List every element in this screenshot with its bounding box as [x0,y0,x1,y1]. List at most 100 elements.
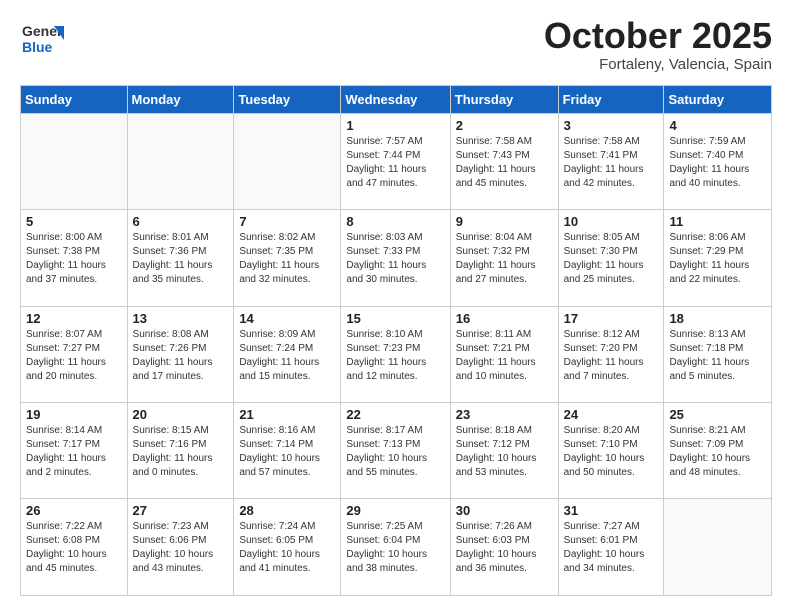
day-number: 11 [669,214,766,229]
day-info: Sunrise: 8:16 AM Sunset: 7:14 PM Dayligh… [239,424,335,480]
day-info: Sunrise: 8:21 AM Sunset: 7:09 PM Dayligh… [669,424,766,480]
day-info: Sunrise: 8:04 AM Sunset: 7:32 PM Dayligh… [456,231,553,287]
calendar-cell: 27Sunrise: 7:23 AM Sunset: 6:06 PM Dayli… [127,499,234,596]
calendar-cell: 31 Sunrise: 7:27 AM Sunset: 6:01 PM Dayli… [558,499,664,596]
day-number: 4 [669,118,766,133]
day-number: 26 [26,503,122,518]
day-info: Sunrise: 8:02 AM Sunset: 7:35 PM Dayligh… [239,231,335,287]
title-block: October 2025 Fortaleny, Valencia, Spain [544,16,772,73]
calendar-cell: 16 Sunrise: 8:11 AM Sunset: 7:21 PM Dayli… [450,306,558,402]
day-info: Sunrise: 8:07 AM Sunset: 7:27 PM Dayligh… [26,328,122,384]
day-info: Sunrise: 7:25 AM Sunset: 6:04 PM Dayligh… [346,520,444,576]
day-number: 2 [456,118,553,133]
day-info: Sunrise: 7:22 AM Sunset: 6:08 PM Dayligh… [26,520,122,576]
day-number: 15 [346,311,444,326]
calendar-cell: 7 Sunrise: 8:02 AM Sunset: 7:35 PM Daylig… [234,210,341,306]
location: Fortaleny, Valencia, Spain [544,56,772,73]
day-number: 3 [564,118,659,133]
day-info: Sunrise: 8:13 AM Sunset: 7:18 PM Dayligh… [669,328,766,384]
day-number: 9 [456,214,553,229]
day-info: Sunrise: 7:58 AM Sunset: 7:41 PM Dayligh… [564,135,659,191]
day-number: 16 [456,311,553,326]
day-number: 21 [239,407,335,422]
day-info: Sunrise: 8:17 AM Sunset: 7:13 PM Dayligh… [346,424,444,480]
calendar-cell: 8 Sunrise: 8:03 AM Sunset: 7:33 PM Daylig… [341,210,450,306]
day-info: Sunrise: 7:24 AM Sunset: 6:05 PM Dayligh… [239,520,335,576]
calendar-cell: 2 Sunrise: 7:58 AM Sunset: 7:43 PM Daylig… [450,113,558,209]
calendar-cell: 3 Sunrise: 7:58 AM Sunset: 7:41 PM Daylig… [558,113,664,209]
day-info: Sunrise: 8:14 AM Sunset: 7:17 PM Dayligh… [26,424,122,480]
day-number: 30 [456,503,553,518]
day-info: Sunrise: 8:12 AM Sunset: 7:20 PM Dayligh… [564,328,659,384]
day-info: Sunrise: 8:10 AM Sunset: 7:23 PM Dayligh… [346,328,444,384]
calendar-cell: 17 Sunrise: 8:12 AM Sunset: 7:20 PM Dayli… [558,306,664,402]
day-number: 31 [564,503,659,518]
day-info: Sunrise: 8:06 AM Sunset: 7:29 PM Dayligh… [669,231,766,287]
calendar-cell: 4Sunrise: 7:59 AM Sunset: 7:40 PM Daylig… [664,113,772,209]
weekday-header-sunday: Sunday [21,85,128,113]
calendar-cell: 6 Sunrise: 8:01 AM Sunset: 7:36 PM Daylig… [127,210,234,306]
weekday-header-wednesday: Wednesday [341,85,450,113]
calendar-week-2: 5 Sunrise: 8:00 AM Sunset: 7:38 PM Daylig… [21,210,772,306]
day-number: 13 [133,311,229,326]
calendar-cell: 22 Sunrise: 8:17 AM Sunset: 7:13 PM Dayli… [341,403,450,499]
day-info: Sunrise: 7:23 AM Sunset: 6:06 PM Dayligh… [133,520,229,576]
day-number: 8 [346,214,444,229]
calendar-cell: 15 Sunrise: 8:10 AM Sunset: 7:23 PM Dayli… [341,306,450,402]
calendar-cell: 14Sunrise: 8:09 AM Sunset: 7:24 PM Dayli… [234,306,341,402]
day-info: Sunrise: 7:27 AM Sunset: 6:01 PM Dayligh… [564,520,659,576]
day-number: 19 [26,407,122,422]
calendar-cell: 19 Sunrise: 8:14 AM Sunset: 7:17 PM Dayli… [21,403,128,499]
weekday-header-thursday: Thursday [450,85,558,113]
day-number: 5 [26,214,122,229]
day-number: 24 [564,407,659,422]
day-number: 7 [239,214,335,229]
day-number: 23 [456,407,553,422]
month-title: October 2025 [544,16,772,56]
calendar-cell: 10Sunrise: 8:05 AM Sunset: 7:30 PM Dayli… [558,210,664,306]
svg-text:Blue: Blue [22,39,53,55]
logo: General Blue [20,16,64,60]
calendar-cell: 29Sunrise: 7:25 AM Sunset: 6:04 PM Dayli… [341,499,450,596]
calendar-week-1: 1Sunrise: 7:57 AM Sunset: 7:44 PM Daylig… [21,113,772,209]
calendar-cell: 26 Sunrise: 7:22 AM Sunset: 6:08 PM Dayli… [21,499,128,596]
calendar-cell: 18 Sunrise: 8:13 AM Sunset: 7:18 PM Dayli… [664,306,772,402]
header: General Blue October 2025 Fortaleny, Val… [20,16,772,73]
calendar-cell: 1Sunrise: 7:57 AM Sunset: 7:44 PM Daylig… [341,113,450,209]
day-info: Sunrise: 8:00 AM Sunset: 7:38 PM Dayligh… [26,231,122,287]
day-info: Sunrise: 8:11 AM Sunset: 7:21 PM Dayligh… [456,328,553,384]
calendar-table: SundayMondayTuesdayWednesdayThursdayFrid… [20,85,772,596]
weekday-header-friday: Friday [558,85,664,113]
calendar-cell [21,113,128,209]
calendar-cell: 25 Sunrise: 8:21 AM Sunset: 7:09 PM Dayli… [664,403,772,499]
day-info: Sunrise: 8:09 AM Sunset: 7:24 PM Dayligh… [239,328,335,384]
page: General Blue October 2025 Fortaleny, Val… [0,0,792,612]
calendar-cell: 24Sunrise: 8:20 AM Sunset: 7:10 PM Dayli… [558,403,664,499]
calendar-week-3: 12 Sunrise: 8:07 AM Sunset: 7:27 PM Dayli… [21,306,772,402]
calendar-cell [664,499,772,596]
weekday-header-row: SundayMondayTuesdayWednesdayThursdayFrid… [21,85,772,113]
day-info: Sunrise: 8:01 AM Sunset: 7:36 PM Dayligh… [133,231,229,287]
calendar-cell: 13Sunrise: 8:08 AM Sunset: 7:26 PM Dayli… [127,306,234,402]
day-info: Sunrise: 7:58 AM Sunset: 7:43 PM Dayligh… [456,135,553,191]
day-number: 17 [564,311,659,326]
day-info: Sunrise: 8:03 AM Sunset: 7:33 PM Dayligh… [346,231,444,287]
calendar-cell: 11 Sunrise: 8:06 AM Sunset: 7:29 PM Dayli… [664,210,772,306]
calendar-cell [127,113,234,209]
day-info: Sunrise: 8:15 AM Sunset: 7:16 PM Dayligh… [133,424,229,480]
day-number: 25 [669,407,766,422]
calendar-week-4: 19 Sunrise: 8:14 AM Sunset: 7:17 PM Dayli… [21,403,772,499]
calendar-cell: 23Sunrise: 8:18 AM Sunset: 7:12 PM Dayli… [450,403,558,499]
day-number: 18 [669,311,766,326]
calendar-cell: 28 Sunrise: 7:24 AM Sunset: 6:05 PM Dayli… [234,499,341,596]
day-number: 6 [133,214,229,229]
calendar-cell: 20Sunrise: 8:15 AM Sunset: 7:16 PM Dayli… [127,403,234,499]
day-number: 12 [26,311,122,326]
calendar-cell: 30Sunrise: 7:26 AM Sunset: 6:03 PM Dayli… [450,499,558,596]
day-info: Sunrise: 7:57 AM Sunset: 7:44 PM Dayligh… [346,135,444,191]
day-number: 28 [239,503,335,518]
calendar-week-5: 26 Sunrise: 7:22 AM Sunset: 6:08 PM Dayli… [21,499,772,596]
day-number: 22 [346,407,444,422]
logo-icon: General Blue [20,16,64,60]
day-number: 10 [564,214,659,229]
